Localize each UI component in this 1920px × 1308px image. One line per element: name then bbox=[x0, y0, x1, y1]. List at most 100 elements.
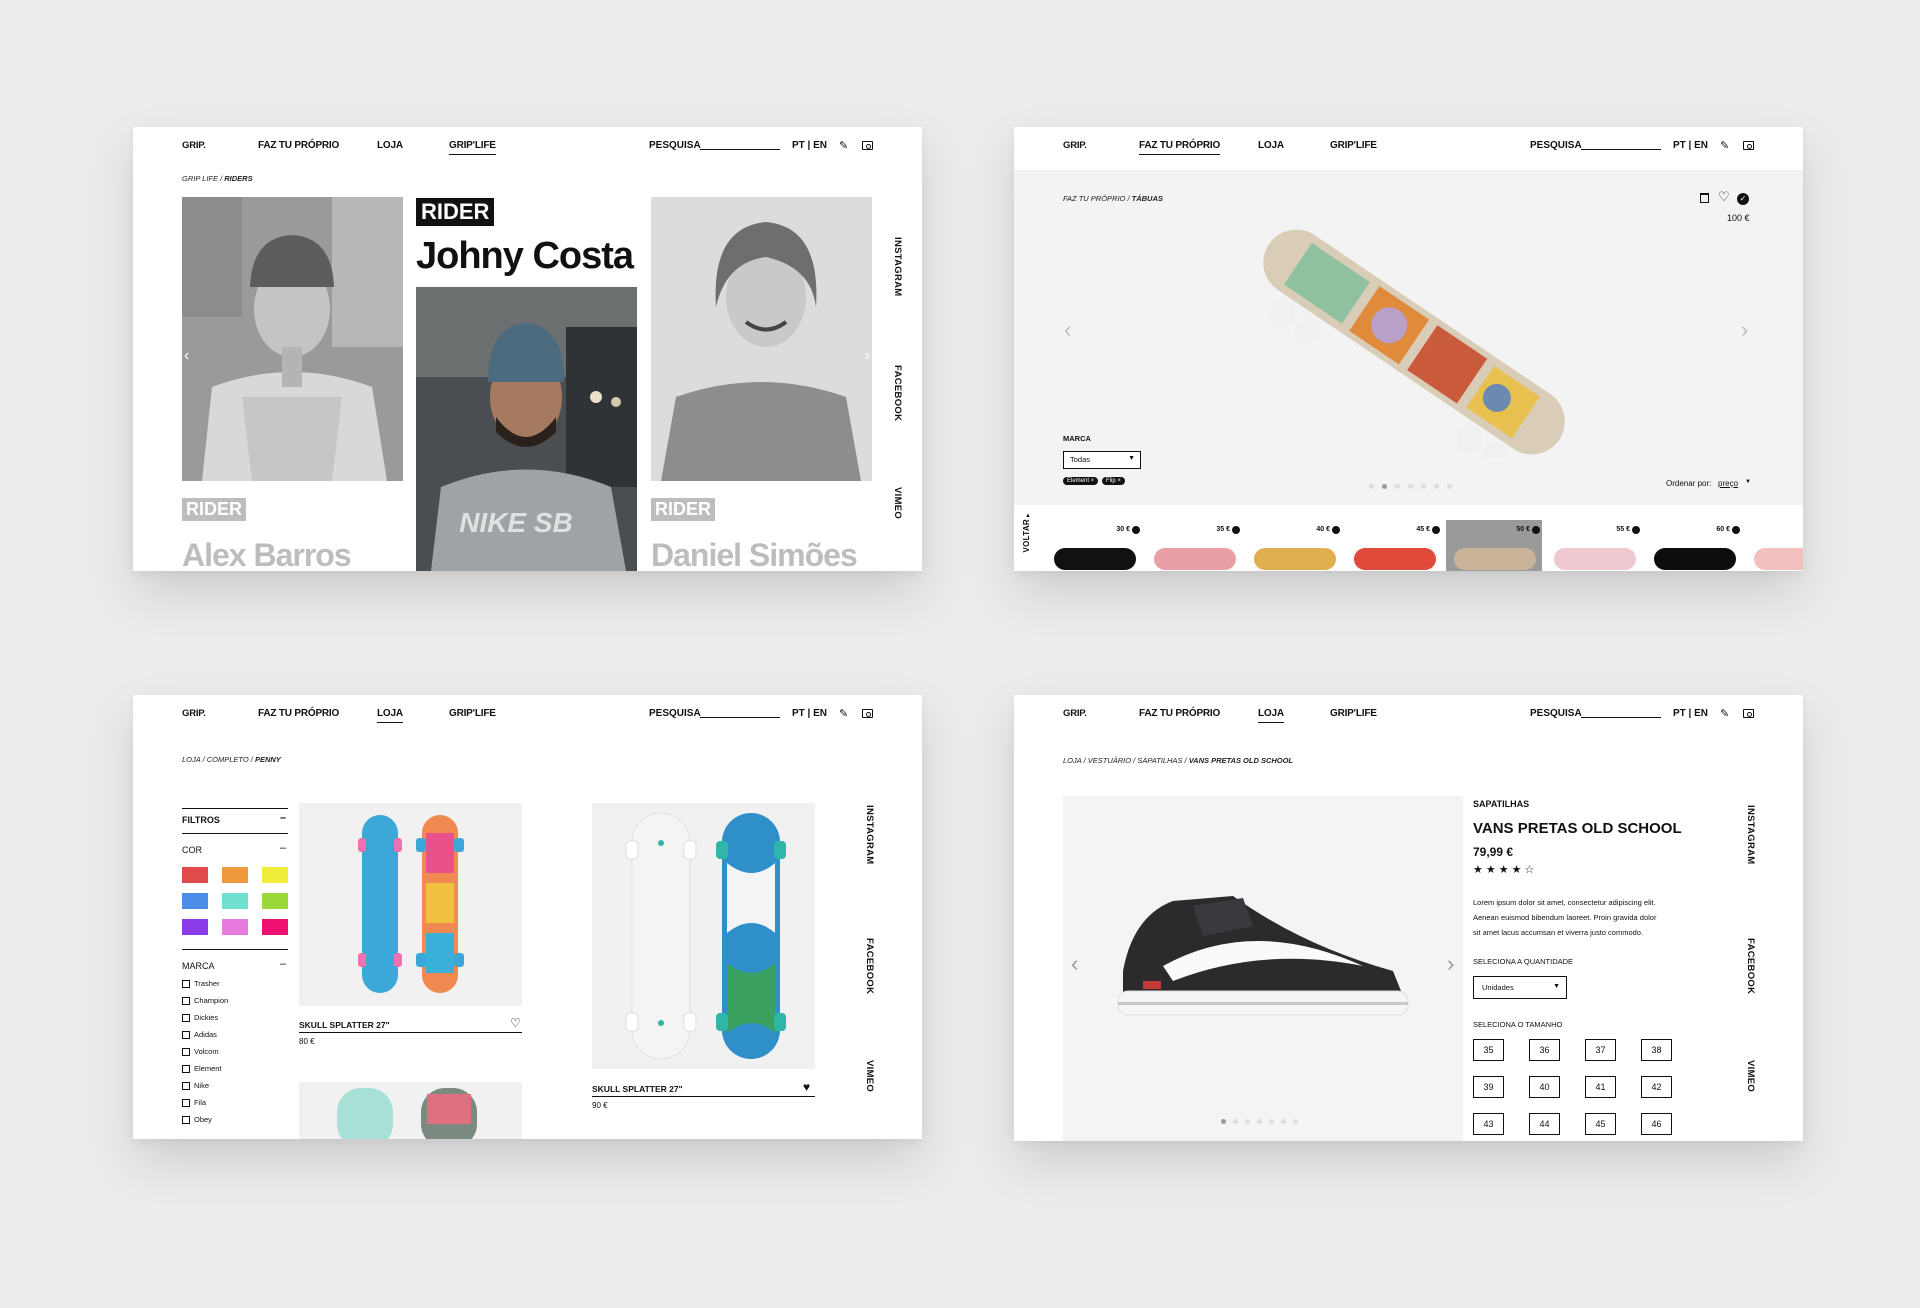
logo[interactable]: GRIP. bbox=[182, 140, 206, 151]
instagram-link[interactable]: INSTAGRAM bbox=[1745, 805, 1756, 865]
breadcrumb-parent[interactable]: LOJA / VESTUÁRIO / SAPATILHAS / bbox=[1063, 756, 1189, 765]
color-swatch[interactable] bbox=[222, 919, 248, 935]
brand-checkbox[interactable] bbox=[182, 997, 190, 1005]
chevron-left-icon[interactable]: ‹ bbox=[184, 347, 189, 365]
board-thumbnail[interactable]: 50 € bbox=[1446, 520, 1542, 571]
trash-icon[interactable] bbox=[1700, 193, 1709, 203]
brand-label[interactable]: Champion bbox=[194, 996, 228, 1005]
filter-chip[interactable]: Flip × bbox=[1102, 477, 1125, 485]
collapse-icon[interactable]: – bbox=[280, 958, 286, 970]
logo[interactable]: GRIP. bbox=[1063, 708, 1087, 719]
facebook-link[interactable]: FACEBOOK bbox=[864, 938, 875, 994]
size-option[interactable]: 37 bbox=[1585, 1039, 1616, 1061]
rider-name-left[interactable]: Alex Barros bbox=[182, 537, 352, 571]
size-option[interactable]: 45 bbox=[1585, 1113, 1616, 1135]
brand-label[interactable]: Nike bbox=[194, 1081, 209, 1090]
brand-checkbox[interactable] bbox=[182, 1065, 190, 1073]
quantity-select[interactable]: Unidades ▼ bbox=[1473, 976, 1567, 999]
rider-photo-left[interactable]: ‹ bbox=[182, 197, 403, 481]
star-filled-icon[interactable]: ★ bbox=[1486, 864, 1499, 876]
size-option[interactable]: 36 bbox=[1529, 1039, 1560, 1061]
facebook-link[interactable]: FACEBOOK bbox=[1745, 938, 1756, 994]
size-option[interactable]: 35 bbox=[1473, 1039, 1504, 1061]
product-image[interactable] bbox=[299, 1082, 522, 1139]
sort-select[interactable]: preço bbox=[1718, 479, 1738, 488]
product-name[interactable]: SKULL SPLATTER 27" bbox=[299, 1020, 390, 1030]
board-thumbnail[interactable]: 30 € bbox=[1046, 520, 1142, 571]
language-switch[interactable]: PT | EN bbox=[792, 708, 827, 719]
brand-label[interactable]: Element bbox=[194, 1064, 222, 1073]
chevron-right-icon[interactable]: › bbox=[1741, 317, 1748, 343]
filters-heading[interactable]: FILTROS bbox=[182, 815, 220, 825]
size-option[interactable]: 39 bbox=[1473, 1076, 1504, 1098]
color-swatch[interactable] bbox=[182, 893, 208, 909]
breadcrumb-parent[interactable]: FAZ TU PRÓPRIO / bbox=[1063, 194, 1132, 203]
add-icon[interactable] bbox=[1132, 526, 1140, 534]
cart-icon[interactable] bbox=[1743, 709, 1754, 718]
instagram-link[interactable]: INSTAGRAM bbox=[864, 805, 875, 865]
brand-checkbox[interactable] bbox=[182, 1031, 190, 1039]
rider-photo-featured[interactable]: NIKE SB bbox=[416, 287, 637, 571]
heart-icon[interactable]: ♡ bbox=[510, 1016, 521, 1030]
rider-name-right[interactable]: Daniel Simões bbox=[651, 537, 858, 571]
brand-label[interactable]: Trasher bbox=[194, 979, 220, 988]
back-button[interactable]: VOLTAR bbox=[1022, 519, 1031, 553]
brand-checkbox[interactable] bbox=[182, 1082, 190, 1090]
search-label[interactable]: PESQUISA bbox=[649, 140, 701, 151]
chevron-right-icon[interactable]: › bbox=[865, 347, 870, 365]
filter-chip[interactable]: Element × bbox=[1063, 477, 1099, 485]
pencil-icon[interactable]: ✎ bbox=[1720, 139, 1729, 152]
color-swatch[interactable] bbox=[222, 867, 248, 883]
product-image[interactable] bbox=[299, 803, 522, 1006]
pencil-icon[interactable]: ✎ bbox=[839, 707, 848, 720]
nav-loja[interactable]: LOJA bbox=[377, 140, 403, 154]
collapse-icon[interactable]: – bbox=[280, 842, 286, 854]
nav-loja[interactable]: LOJA bbox=[377, 708, 403, 723]
marca-select[interactable]: Todas ▼ bbox=[1063, 451, 1141, 469]
search-label[interactable]: PESQUISA bbox=[1530, 708, 1582, 719]
language-switch[interactable]: PT | EN bbox=[1673, 140, 1708, 151]
brand-checkbox[interactable] bbox=[182, 1048, 190, 1056]
star-empty-icon[interactable]: ☆ bbox=[1525, 864, 1538, 876]
color-swatch[interactable] bbox=[222, 893, 248, 909]
size-option[interactable]: 38 bbox=[1641, 1039, 1672, 1061]
check-icon[interactable]: ✓ bbox=[1737, 193, 1749, 205]
heart-icon[interactable]: ♡ bbox=[1718, 189, 1730, 205]
nav-faz-tu-proprio[interactable]: FAZ TU PRÓPRIO bbox=[1139, 708, 1220, 722]
board-thumbnail[interactable]: 60 € bbox=[1646, 520, 1742, 571]
collapse-icon[interactable]: – bbox=[280, 812, 286, 824]
size-option[interactable]: 40 bbox=[1529, 1076, 1560, 1098]
add-icon[interactable] bbox=[1632, 526, 1640, 534]
breadcrumb-parent[interactable]: LOJA / COMPLETO / bbox=[182, 755, 255, 764]
search-input[interactable] bbox=[1581, 717, 1661, 718]
instagram-link[interactable]: INSTAGRAM bbox=[892, 237, 903, 297]
brand-label[interactable]: Obey bbox=[194, 1115, 212, 1124]
rider-photo-right[interactable]: › bbox=[651, 197, 872, 481]
cart-icon[interactable] bbox=[862, 709, 873, 718]
star-filled-icon[interactable]: ★ bbox=[1473, 864, 1486, 876]
nav-griplife[interactable]: GRIP'LIFE bbox=[1330, 708, 1377, 722]
board-thumbnail[interactable]: 45 € bbox=[1346, 520, 1442, 571]
logo[interactable]: GRIP. bbox=[182, 708, 206, 719]
search-label[interactable]: PESQUISA bbox=[649, 708, 701, 719]
add-icon[interactable] bbox=[1732, 526, 1740, 534]
search-input[interactable] bbox=[700, 717, 780, 718]
size-option[interactable]: 44 bbox=[1529, 1113, 1560, 1135]
brand-checkbox[interactable] bbox=[182, 1099, 190, 1107]
search-input[interactable] bbox=[1581, 149, 1661, 150]
vimeo-link[interactable]: VIMEO bbox=[864, 1060, 875, 1092]
star-filled-icon[interactable]: ★ bbox=[1512, 864, 1525, 876]
language-switch[interactable]: PT | EN bbox=[792, 140, 827, 151]
product-image[interactable] bbox=[592, 803, 815, 1069]
brand-checkbox[interactable] bbox=[182, 1014, 190, 1022]
color-swatch[interactable] bbox=[182, 919, 208, 935]
color-swatch[interactable] bbox=[262, 919, 288, 935]
add-icon[interactable] bbox=[1432, 526, 1440, 534]
size-option[interactable]: 43 bbox=[1473, 1113, 1504, 1135]
cart-icon[interactable] bbox=[1743, 141, 1754, 150]
search-label[interactable]: PESQUISA bbox=[1530, 140, 1582, 151]
nav-loja[interactable]: LOJA bbox=[1258, 140, 1284, 154]
vimeo-link[interactable]: VIMEO bbox=[892, 487, 903, 519]
brand-label[interactable]: Volcom bbox=[194, 1047, 219, 1056]
board-thumbnail[interactable]: 35 € bbox=[1146, 520, 1242, 571]
